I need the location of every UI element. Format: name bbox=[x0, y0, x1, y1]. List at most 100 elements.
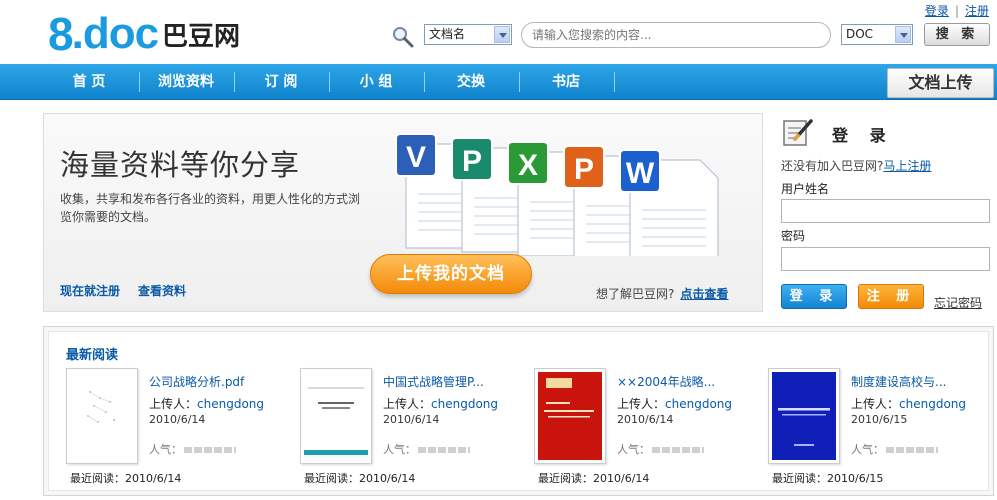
register-now-link[interactable]: 现在就注册 bbox=[60, 284, 120, 298]
password-field[interactable] bbox=[781, 247, 990, 271]
upload-date: 2010/6/14 bbox=[149, 413, 206, 426]
upload-my-document-button[interactable]: 上传我的文档 bbox=[370, 254, 532, 294]
username-field[interactable] bbox=[781, 199, 990, 223]
search-button[interactable]: 搜 索 bbox=[924, 23, 990, 46]
document-preview-icon bbox=[70, 372, 134, 460]
recent-read-date: 最近阅读：2010/6/14 bbox=[70, 472, 182, 485]
popularity-label: 人气： bbox=[149, 443, 182, 456]
uploader-name[interactable]: chengdong bbox=[899, 397, 966, 411]
login-title: 登 录 bbox=[832, 126, 894, 145]
learn-more-text: 想了解巴豆网? bbox=[596, 287, 675, 301]
register-button[interactable]: 注 册 bbox=[858, 284, 924, 309]
popularity-bar bbox=[184, 447, 236, 453]
main-nav: 首 页 浏览资料 订 阅 小 组 交换 书店 文档上传 bbox=[0, 64, 997, 100]
search-type-value: 文档名 bbox=[429, 27, 466, 41]
list-item: 公司战略分析.pdf 上传人：chengdong 2010/6/14 人气： 最… bbox=[66, 368, 296, 488]
latest-reading-panel: 最新阅读 公司战略分析.pdf 上传人：chengdong 2010/6/14 … bbox=[43, 326, 994, 496]
search-type-select[interactable]: 文档名 bbox=[424, 24, 512, 45]
nav-divider bbox=[614, 72, 615, 92]
uploader-label: 上传人： bbox=[851, 397, 900, 411]
popularity: 人气： bbox=[851, 441, 938, 457]
document-name[interactable]: ××2004年战略... bbox=[617, 373, 715, 390]
document-name[interactable]: 公司战略分析.pdf bbox=[149, 373, 244, 390]
login-hint-text: 还没有加入巴豆网? bbox=[781, 159, 884, 173]
document-preview-icon bbox=[304, 372, 368, 460]
banner-description: 收集，共享和发布各行各业的资料，用更人性化的方式浏览你需要的文档。 bbox=[60, 192, 361, 224]
document-thumbnail[interactable] bbox=[66, 368, 138, 464]
uploader-name[interactable]: chengdong bbox=[197, 397, 264, 411]
svg-text:W: W bbox=[626, 157, 655, 190]
top-links-separator: | bbox=[954, 4, 959, 18]
upload-document-tab[interactable]: 文档上传 bbox=[887, 68, 994, 98]
popularity: 人气： bbox=[617, 441, 704, 457]
popularity-bar bbox=[886, 447, 938, 453]
uploader: 上传人：chengdong bbox=[617, 395, 732, 412]
popularity-bar bbox=[652, 447, 704, 453]
username-label: 用户姓名 bbox=[781, 182, 830, 196]
logo-chinese-name: 巴豆网 bbox=[162, 22, 241, 52]
recent-read-date: 最近阅读：2010/6/14 bbox=[538, 472, 650, 485]
word-icon: W bbox=[619, 149, 719, 256]
svg-text:V: V bbox=[406, 141, 426, 174]
hero-banner: 海量资料等你分享 收集，共享和发布各行各业的资料，用更人性化的方式浏览你需要的文… bbox=[43, 113, 763, 312]
svg-text:X: X bbox=[518, 149, 538, 182]
logo-eight: 8 bbox=[48, 8, 74, 60]
uploader-name[interactable]: chengdong bbox=[665, 397, 732, 411]
popularity-label: 人气： bbox=[383, 443, 416, 456]
banner-title: 海量资料等你分享 bbox=[60, 148, 301, 182]
upload-date: 2010/6/14 bbox=[383, 413, 440, 426]
nav-groups[interactable]: 小 组 bbox=[330, 64, 422, 100]
popularity-label: 人气： bbox=[617, 443, 650, 456]
search-input[interactable] bbox=[521, 22, 831, 48]
file-format-value: DOC bbox=[846, 27, 874, 41]
top-links: 登录 | 注册 bbox=[925, 2, 989, 19]
uploader: 上传人：chengdong bbox=[851, 395, 966, 412]
logo-doc: .doc bbox=[71, 9, 159, 58]
popularity: 人气： bbox=[383, 441, 470, 457]
svg-text:P: P bbox=[574, 153, 594, 186]
uploader: 上传人：chengdong bbox=[149, 395, 264, 412]
nav-bookstore[interactable]: 书店 bbox=[520, 64, 612, 100]
latest-reading-title: 最新阅读 bbox=[66, 348, 119, 363]
document-name[interactable]: 制度建设高校与... bbox=[851, 373, 946, 390]
popularity: 人气： bbox=[149, 441, 236, 457]
document-preview-icon bbox=[772, 372, 836, 460]
login-button[interactable]: 登 录 bbox=[781, 284, 847, 309]
banner-links: 现在就注册 查看资料 bbox=[60, 282, 204, 299]
document-name[interactable]: 中国式战略管理P... bbox=[383, 373, 484, 390]
learn-more-link[interactable]: 点击查看 bbox=[680, 287, 728, 301]
nav-subscribe[interactable]: 订 阅 bbox=[235, 64, 327, 100]
uploader: 上传人：chengdong bbox=[383, 395, 498, 412]
site-logo[interactable]: 8 .doc 巴豆网 bbox=[48, 8, 241, 60]
register-now-link-side[interactable]: 马上注册 bbox=[883, 159, 931, 173]
password-label: 密码 bbox=[781, 229, 806, 243]
list-item: ××2004年战略... 上传人：chengdong 2010/6/14 人气：… bbox=[534, 368, 764, 488]
chevron-down-icon bbox=[895, 26, 911, 43]
nav-browse[interactable]: 浏览资料 bbox=[140, 64, 232, 100]
popularity-label: 人气： bbox=[851, 443, 884, 456]
uploader-label: 上传人： bbox=[617, 397, 666, 411]
document-thumbnail[interactable] bbox=[768, 368, 840, 464]
document-thumbnail[interactable] bbox=[534, 368, 606, 464]
uploader-name[interactable]: chengdong bbox=[431, 397, 498, 411]
upload-date: 2010/6/15 bbox=[851, 413, 908, 426]
nav-exchange[interactable]: 交换 bbox=[425, 64, 517, 100]
uploader-label: 上传人： bbox=[383, 397, 432, 411]
magnifier-icon bbox=[393, 27, 414, 48]
recent-read-date: 最近阅读：2010/6/14 bbox=[304, 472, 416, 485]
nav-home[interactable]: 首 页 bbox=[44, 64, 134, 100]
login-link[interactable]: 登录 bbox=[925, 4, 949, 18]
office-documents-illustration: VPXPW bbox=[395, 133, 719, 256]
file-format-select[interactable]: DOC bbox=[841, 24, 913, 45]
pen-note-icon bbox=[783, 119, 813, 146]
learn-more: 想了解巴豆网? 点击查看 bbox=[596, 285, 728, 302]
list-item: 中国式战略管理P... 上传人：chengdong 2010/6/14 人气： … bbox=[300, 368, 530, 488]
chevron-down-icon bbox=[494, 26, 510, 43]
list-item: 制度建设高校与... 上传人：chengdong 2010/6/15 人气： 最… bbox=[768, 368, 997, 488]
document-thumbnail[interactable] bbox=[300, 368, 372, 464]
forgot-password-link[interactable]: 忘记密码 bbox=[934, 294, 982, 311]
popularity-bar bbox=[418, 447, 470, 453]
register-link[interactable]: 注册 bbox=[965, 4, 989, 18]
browse-docs-link[interactable]: 查看资料 bbox=[138, 284, 186, 298]
login-hint: 还没有加入巴豆网?马上注册 bbox=[781, 157, 931, 174]
